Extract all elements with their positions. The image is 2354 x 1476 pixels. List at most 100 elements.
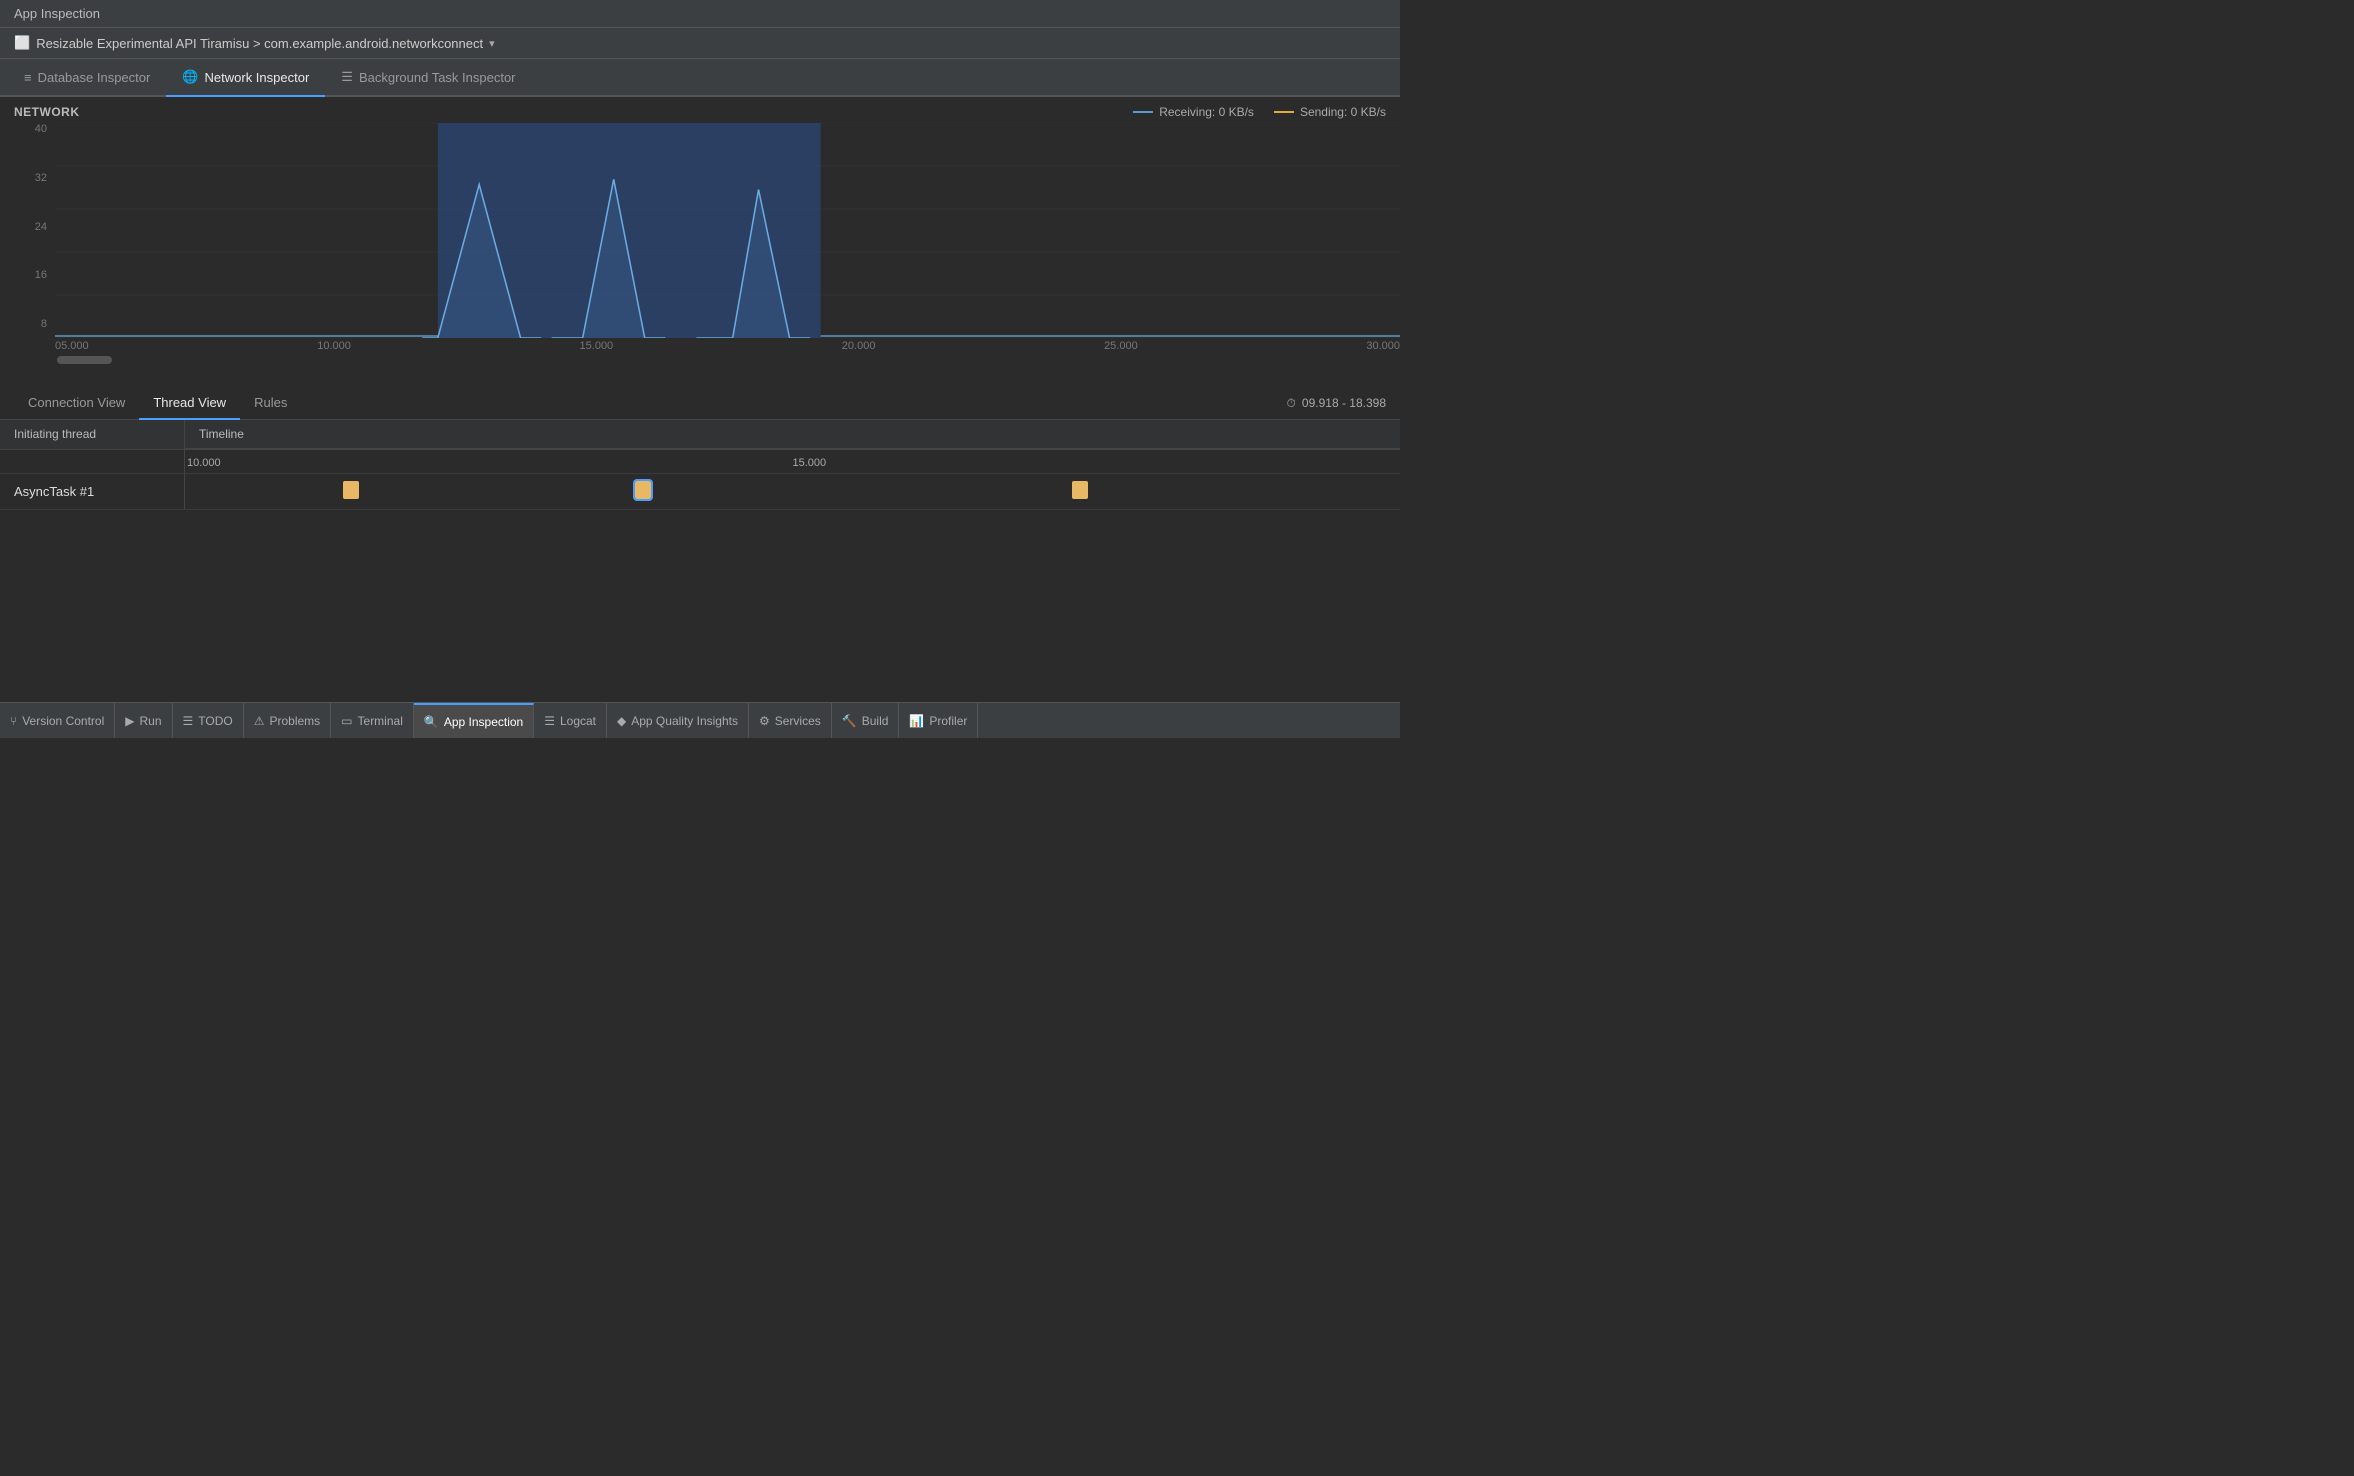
ruler-label-15000: 15.000 [793,457,827,469]
toolbar-label-todo: TODO [198,714,232,728]
table-header: Initiating thread Timeline [0,420,1400,450]
logcat-icon: ☰ [544,714,555,728]
ruler-timeline: 10.000 15.000 [185,450,1400,473]
chart-plot-area[interactable] [55,123,1400,338]
y-label-32: 32 [14,172,47,184]
toolbar-label-version-control: Version Control [22,714,104,728]
toolbar-item-profiler[interactable]: 📊 Profiler [899,703,978,738]
y-label-8: 8 [14,318,47,330]
scrollbar-thumb[interactable] [57,356,112,364]
services-icon: ⚙ [759,714,770,728]
chevron-down-icon[interactable]: ▾ [489,37,495,50]
legend-receiving-label: Receiving: 0 KB/s [1159,105,1254,119]
tab-rules-label: Rules [254,395,287,410]
chart-header: NETWORK Receiving: 0 KB/s Sending: 0 KB/… [0,97,1400,123]
x-label-15000: 15.000 [580,340,614,352]
chart-title: NETWORK [14,105,80,119]
toolbar-item-version-control[interactable]: ⑂ Version Control [0,703,115,738]
toolbar-label-build: Build [862,714,889,728]
toolbar-item-app-quality[interactable]: ◆ App Quality Insights [607,703,749,738]
chart-legend: Receiving: 0 KB/s Sending: 0 KB/s [1133,105,1386,119]
tab-database[interactable]: ≡ Database Inspector [8,60,166,97]
x-label-10000: 10.000 [317,340,351,352]
device-bar[interactable]: ⬜ Resizable Experimental API Tiramisu > … [0,28,1400,59]
chart-y-axis: 40 32 24 16 8 [0,123,55,338]
table-row[interactable]: AsyncTask #1 [0,474,1400,510]
toolbar-label-logcat: Logcat [560,714,596,728]
ruler-empty-cell [0,450,185,473]
toolbar-item-terminal[interactable]: ▭ Terminal [331,703,414,738]
task-block-1[interactable] [343,481,359,499]
app-quality-icon: ◆ [617,714,626,728]
toolbar-item-todo[interactable]: ☰ TODO [173,703,244,738]
time-range-label: 09.918 - 18.398 [1302,396,1386,410]
thread-name-asynctask: AsyncTask #1 [14,484,94,499]
build-icon: 🔨 [842,714,857,728]
database-tab-label: Database Inspector [38,70,151,85]
chart-body: 40 32 24 16 8 [0,123,1400,338]
toolbar-item-app-inspection[interactable]: 🔍 App Inspection [414,703,534,738]
terminal-icon: ▭ [341,714,352,728]
view-tabs-bar: Connection View Thread View Rules ⏱ 09.9… [0,387,1400,420]
y-label-16: 16 [14,269,47,281]
title-bar-label: App Inspection [14,6,100,21]
network-chart-container: NETWORK Receiving: 0 KB/s Sending: 0 KB/… [0,97,1400,387]
legend-sending-line [1274,111,1294,113]
toolbar-label-services: Services [775,714,821,728]
legend-receiving: Receiving: 0 KB/s [1133,105,1254,119]
tab-connection-label: Connection View [28,395,125,410]
chart-scrollbar[interactable] [0,352,1400,368]
legend-sending: Sending: 0 KB/s [1274,105,1386,119]
background-tab-icon: ☰ [341,69,353,85]
toolbar-item-problems[interactable]: ⚠ Problems [244,703,331,738]
clock-icon: ⏱ [1287,396,1296,411]
toolbar-item-logcat[interactable]: ☰ Logcat [534,703,607,738]
x-label-25000: 25.000 [1104,340,1138,352]
timeline-column-header: Timeline [185,420,1400,449]
toolbar-label-problems: Problems [269,714,320,728]
toolbar-item-build[interactable]: 🔨 Build [832,703,900,738]
profiler-icon: 📊 [909,714,924,728]
legend-sending-label: Sending: 0 KB/s [1300,105,1386,119]
database-tab-icon: ≡ [24,70,32,85]
view-tabs-left: Connection View Thread View Rules [14,387,301,419]
thread-cell-asynctask: AsyncTask #1 [0,474,185,509]
table-body: AsyncTask #1 [0,474,1400,702]
tabs-bar: ≡ Database Inspector🌐 Network Inspector☰… [0,59,1400,97]
toolbar-label-profiler: Profiler [929,714,967,728]
background-tab-label: Background Task Inspector [359,70,516,85]
app-inspection-icon: 🔍 [424,715,439,729]
timeline-cell-asynctask[interactable] [185,474,1400,509]
run-icon: ▶ [125,714,134,728]
tab-thread-view[interactable]: Thread View [139,387,240,420]
tab-background[interactable]: ☰ Background Task Inspector [325,59,531,97]
toolbar-label-app-quality: App Quality Insights [631,714,738,728]
device-selector-label: Resizable Experimental API Tiramisu > co… [36,36,483,51]
bottom-toolbar: ⑂ Version Control ▶ Run ☰ TODO ⚠ Problem… [0,702,1400,738]
y-label-40: 40 [14,123,47,135]
x-label-20000: 20.000 [842,340,876,352]
task-block-3[interactable] [1072,481,1088,499]
timeline-label-text: Timeline [199,427,244,441]
table-area: Initiating thread Timeline 10.000 15.000… [0,420,1400,702]
thread-column-header: Initiating thread [0,420,185,449]
tab-connection-view[interactable]: Connection View [14,387,139,420]
tab-network[interactable]: 🌐 Network Inspector [166,59,325,97]
title-bar: App Inspection [0,0,1400,28]
chart-x-axis: 05.000 10.000 15.000 20.000 25.000 30.00… [0,338,1400,352]
timeline-col-label: Timeline [185,420,1400,448]
toolbar-label-terminal: Terminal [358,714,403,728]
legend-receiving-line [1133,111,1153,113]
x-label-30000: 30.000 [1366,340,1400,352]
chart-svg [55,123,1400,338]
x-label-05000: 05.000 [55,340,89,352]
time-range-display: ⏱ 09.918 - 18.398 [1287,396,1386,411]
ruler-label-10000: 10.000 [187,457,221,469]
toolbar-item-services[interactable]: ⚙ Services [749,703,832,738]
tab-rules[interactable]: Rules [240,387,301,420]
toolbar-item-run[interactable]: ▶ Run [115,703,172,738]
todo-icon: ☰ [183,714,194,728]
task-block-2[interactable] [635,481,651,499]
device-icon: ⬜ [14,35,30,51]
thread-col-label: Initiating thread [14,427,96,441]
